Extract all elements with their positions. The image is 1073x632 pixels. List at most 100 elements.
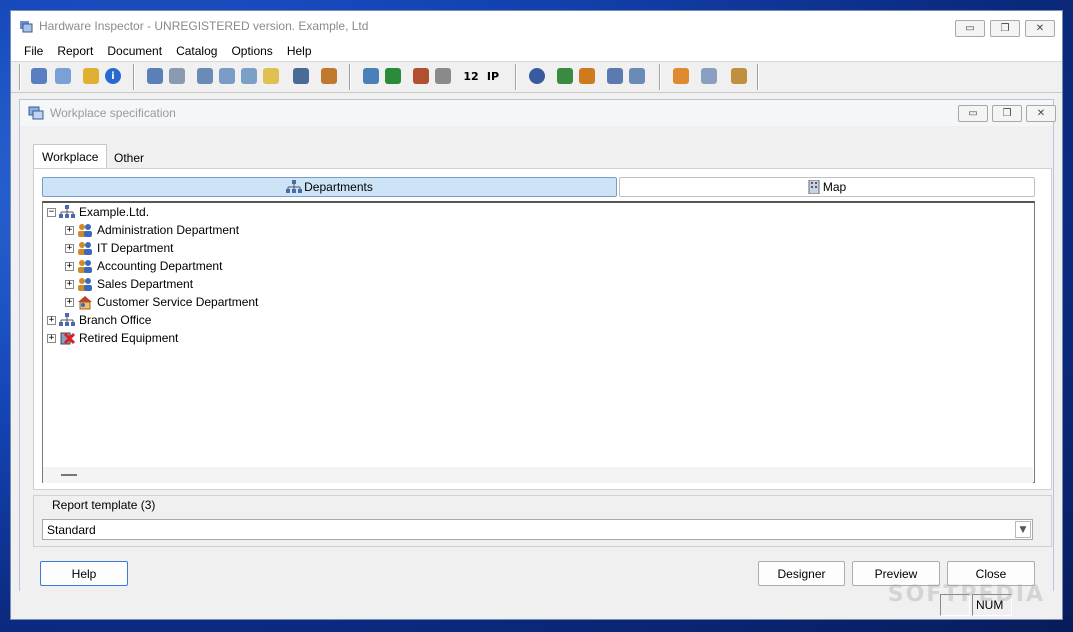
monitor-icon[interactable] [701, 68, 717, 84]
close-icon: ✕ [1035, 23, 1045, 34]
toolbar-separator [133, 64, 135, 90]
people-icon [77, 222, 93, 238]
tree-node-root[interactable]: − Example.Ltd. [47, 203, 149, 221]
tree-node-department[interactable]: + Customer Service Department [65, 293, 258, 311]
help-button-label: Help [71, 566, 97, 581]
tree-label: Sales Department [97, 277, 194, 291]
chevron-down-icon[interactable]: ▼ [1015, 521, 1031, 538]
org-chart-icon [286, 180, 303, 194]
retired-equipment-icon [59, 330, 76, 346]
restore-button[interactable]: ❐ [990, 20, 1020, 37]
tab-label: Workplace [42, 149, 99, 164]
minimize-icon: ▭ [968, 108, 978, 119]
menu-document[interactable]: Document [107, 44, 162, 58]
app-icon [19, 19, 33, 33]
mdi-title: Workplace specification [50, 106, 176, 120]
card-icon[interactable] [385, 68, 401, 84]
list-icon[interactable] [169, 68, 185, 84]
menu-file[interactable]: File [24, 44, 43, 58]
magnifier-icon[interactable] [263, 68, 279, 84]
tools-icon[interactable] [731, 68, 747, 84]
report-icon[interactable] [673, 68, 689, 84]
tree-label: Customer Service Department [97, 295, 259, 309]
map-label: Map [822, 180, 847, 194]
person-icon[interactable] [529, 68, 545, 84]
menu-help[interactable]: Help [287, 44, 312, 58]
watermark: SOFTPEDIA [887, 582, 1045, 607]
tab-other[interactable]: Other [106, 146, 152, 170]
info-icon[interactable]: i [105, 68, 121, 84]
mdi-restore-button[interactable]: ❐ [992, 105, 1022, 122]
help-button[interactable]: Help [40, 561, 128, 586]
close-button-label: Close [975, 566, 1007, 581]
help-doc-icon[interactable] [83, 68, 99, 84]
departments-view-button[interactable]: Departments [42, 177, 617, 197]
report-template-select[interactable]: Standard ▼ [42, 519, 1033, 540]
restore-icon: ❐ [1000, 23, 1010, 34]
designer-button[interactable]: Designer [758, 561, 845, 586]
workplace-specification-window: Workplace specification ▭ ❐ ✕ Workplace … [19, 99, 1056, 597]
tree-label: Retired Equipment [79, 331, 179, 345]
toolbar-separator [349, 64, 351, 90]
search-doc-icon[interactable] [219, 68, 235, 84]
minimize-icon: ▭ [965, 23, 975, 34]
tab-workplace[interactable]: Workplace [33, 144, 108, 168]
menu-report[interactable]: Report [57, 44, 93, 58]
people-icon [77, 240, 93, 256]
expand-icon[interactable]: + [65, 225, 74, 235]
collapse-icon[interactable]: − [47, 207, 56, 217]
chart-icon[interactable] [579, 68, 595, 84]
printer-icon[interactable] [435, 68, 451, 84]
mdi-close-button[interactable]: ✕ [1026, 105, 1056, 122]
document-icon[interactable] [55, 68, 71, 84]
user-add-icon[interactable] [557, 68, 573, 84]
tree-node-department[interactable]: + IT Department [65, 239, 173, 257]
ip-icon[interactable]: IP [485, 68, 501, 84]
expand-icon[interactable]: + [47, 315, 56, 325]
workplace-icon [28, 106, 44, 120]
numbers-icon[interactable]: 12 [463, 68, 479, 84]
designer-button-label: Designer [777, 566, 826, 581]
computers-icon[interactable] [363, 68, 379, 84]
search-refresh-icon[interactable] [241, 68, 257, 84]
tree-node-department[interactable]: + Administration Department [65, 221, 239, 239]
scrollbar-thumb[interactable] [61, 474, 77, 476]
refresh-doc-icon[interactable] [629, 68, 645, 84]
expand-icon[interactable]: + [65, 279, 74, 289]
tree-node-retired[interactable]: + Retired Equipment [47, 329, 178, 347]
workplace-icon[interactable] [31, 68, 47, 84]
report-template-value: Standard [47, 522, 96, 537]
network-icon[interactable] [147, 68, 163, 84]
expand-icon[interactable]: + [65, 243, 74, 253]
people-icon [77, 276, 93, 292]
mdi-minimize-button[interactable]: ▭ [958, 105, 988, 122]
map-view-button[interactable]: Map [619, 177, 1035, 197]
books-icon[interactable] [413, 68, 429, 84]
menu-options[interactable]: Options [231, 44, 272, 58]
horizontal-scrollbar[interactable] [43, 467, 1033, 483]
title-bar: Hardware Inspector - UNREGISTERED versio… [11, 11, 1062, 41]
workplace-panel: Departments Map − Example.Ltd. + Adminis… [33, 168, 1052, 490]
expand-icon[interactable]: + [47, 333, 56, 343]
search-icon[interactable] [197, 68, 213, 84]
menu-catalog[interactable]: Catalog [176, 44, 217, 58]
server-icon[interactable] [607, 68, 623, 84]
close-window-button[interactable]: ✕ [1025, 20, 1055, 37]
toolbar: i 12 IP [11, 61, 1062, 93]
expand-icon[interactable]: + [65, 297, 74, 307]
toolbar-separator [659, 64, 661, 90]
tree-node-department[interactable]: + Accounting Department [65, 257, 222, 275]
departments-label: Departments [304, 180, 373, 194]
menu-bar: File Report Document Catalog Options Hel… [11, 41, 1062, 61]
window-title: Hardware Inspector - UNREGISTERED versio… [39, 19, 369, 33]
tree-label: Example.Ltd. [79, 205, 150, 219]
mdi-title-bar: Workplace specification ▭ ❐ ✕ [20, 100, 1056, 126]
tree-node-department[interactable]: + Sales Department [65, 275, 193, 293]
toolbar-separator [515, 64, 517, 90]
user-search-icon[interactable] [321, 68, 337, 84]
tree-node-branch[interactable]: + Branch Office [47, 311, 151, 329]
preview-button-label: Preview [874, 566, 918, 581]
expand-icon[interactable]: + [65, 261, 74, 271]
minimize-button[interactable]: ▭ [955, 20, 985, 37]
eye-icon[interactable] [293, 68, 309, 84]
